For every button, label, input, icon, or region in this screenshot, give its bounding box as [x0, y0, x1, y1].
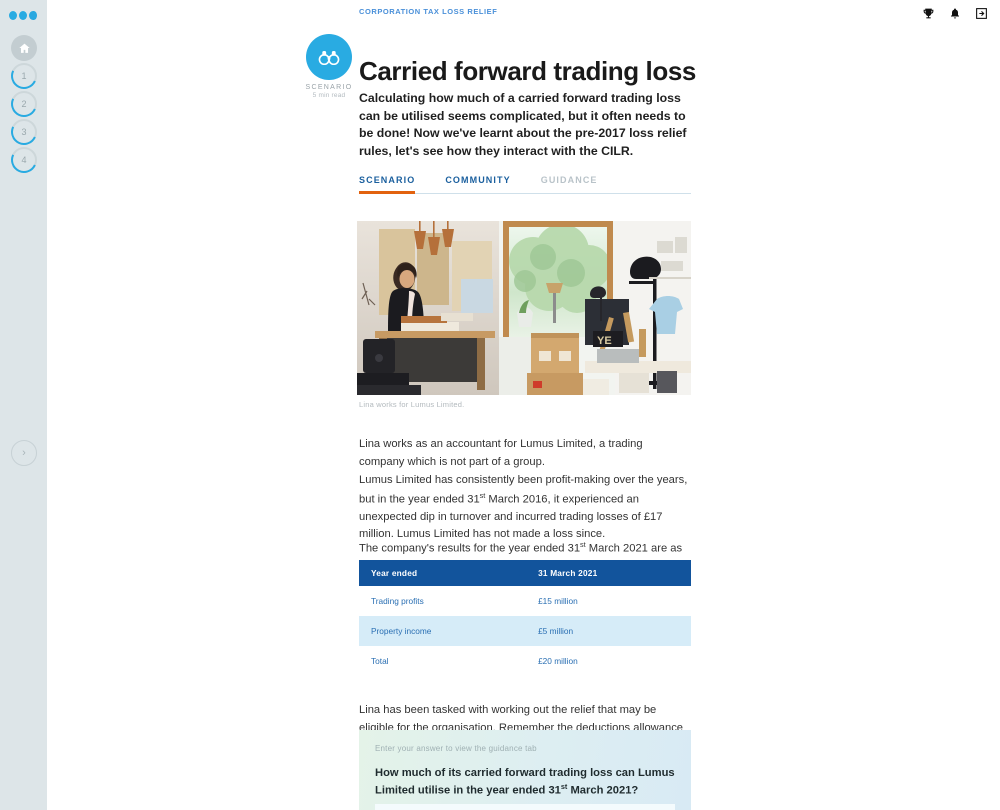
scenario-photo: YE	[357, 221, 691, 395]
app-root: 1 2 3 4 › CORPORATION TAX LOSS RELIEF SC…	[0, 0, 1000, 810]
table-cell-label: Trading profits	[371, 596, 424, 606]
table-header-date: 31 March 2021	[526, 560, 691, 586]
answer-input[interactable]	[375, 804, 675, 810]
sidebar-step-1[interactable]: 1	[7, 59, 41, 93]
paragraph-1: Lina works as an accountant for Lumus Li…	[359, 438, 643, 468]
sidebar-step-label: 4	[21, 155, 27, 165]
sidebar-step-4[interactable]: 4	[7, 143, 41, 177]
table-cell-label: Property income	[359, 616, 527, 646]
table-cell-value: £5 million	[526, 616, 691, 646]
tab-community[interactable]: COMMUNITY	[445, 175, 510, 193]
results-table: Year ended 31 March 2021 Trading profits…	[359, 560, 691, 676]
sidebar-step-label: 2	[21, 99, 27, 109]
scenario-badge: SCENARIO 5 min read	[301, 34, 357, 99]
binoculars-icon	[318, 50, 340, 65]
breadcrumb[interactable]: CORPORATION TAX LOSS RELIEF	[359, 7, 497, 16]
table-body: Trading profits £15 million Property inc…	[359, 586, 691, 676]
table-cell-label: Total	[371, 656, 389, 666]
sidebar-home-button[interactable]	[11, 35, 37, 61]
badge-circle	[306, 34, 352, 80]
table-header-year-ended: Year ended	[359, 560, 527, 586]
page-title: Carried forward trading loss	[359, 56, 696, 87]
chevron-right-icon: ›	[22, 447, 26, 459]
table-cell-value: £20 million	[538, 656, 578, 666]
sidebar-step-label: 3	[21, 127, 27, 137]
tab-bar: SCENARIO COMMUNITY GUIDANCE	[359, 175, 691, 194]
sidebar: 1 2 3 4 ›	[0, 0, 47, 810]
table-row: Property income £5 million	[359, 616, 691, 646]
badge-read-time: 5 min read	[312, 92, 346, 99]
table-cell-value: £15 million	[538, 596, 578, 606]
sidebar-step-2[interactable]: 2	[7, 87, 41, 121]
svg-text:YE: YE	[597, 335, 612, 347]
badge-label: SCENARIO	[305, 84, 353, 91]
bell-icon[interactable]	[949, 7, 961, 20]
logo-dot-1	[9, 10, 17, 20]
question-text-part-b: March 2021?	[567, 784, 639, 797]
question-panel: Enter your answer to view the guidance t…	[359, 730, 691, 810]
sidebar-expand-button[interactable]: ›	[11, 440, 37, 466]
table-head: Year ended 31 March 2021	[359, 560, 691, 586]
table-row: Trading profits £15 million	[359, 586, 691, 616]
three-dots-logo[interactable]	[9, 9, 39, 21]
sidebar-step-label: 1	[21, 71, 27, 81]
tab-guidance[interactable]: GUIDANCE	[541, 175, 598, 193]
logo-dot-3	[29, 10, 37, 20]
question-text: How much of its carried forward trading …	[375, 765, 675, 799]
tab-scenario[interactable]: SCENARIO	[359, 175, 416, 194]
studio-workshop-image: YE	[357, 221, 691, 395]
intro-paragraph: Calculating how much of a carried forwar…	[359, 91, 687, 159]
trophy-icon[interactable]	[922, 7, 935, 20]
home-icon	[18, 43, 30, 53]
table-row: Total £20 million	[359, 646, 691, 676]
question-hint: Enter your answer to view the guidance t…	[375, 744, 537, 753]
paragraph-2: Lumus Limited has consistently been prof…	[359, 472, 691, 543]
logo-dot-2	[19, 10, 27, 20]
topbar-icons	[922, 7, 988, 20]
photo-caption: Lina works for Lumus Limited.	[359, 400, 465, 409]
paragraph-3-part-a: The company's results for the year ended…	[359, 542, 581, 555]
sidebar-step-3[interactable]: 3	[7, 115, 41, 149]
table-header-row: Year ended 31 March 2021	[359, 560, 691, 586]
logout-icon[interactable]	[975, 7, 988, 20]
